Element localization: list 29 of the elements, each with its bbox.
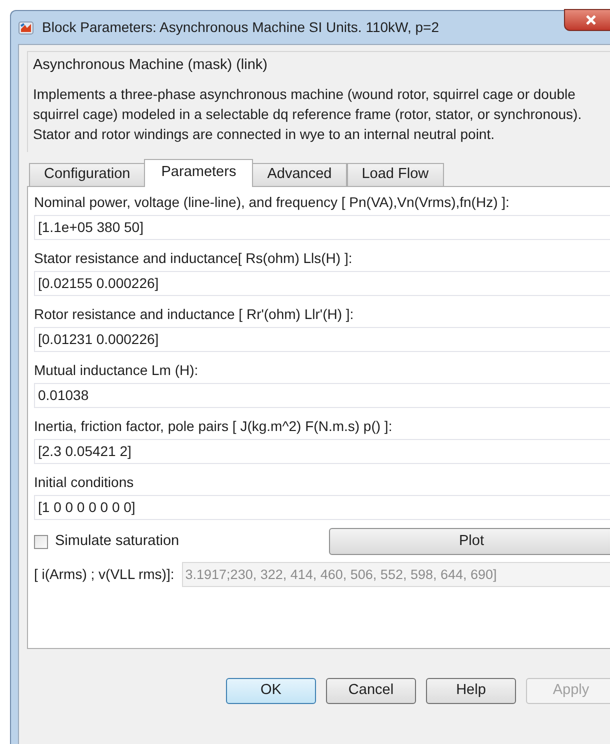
parameter-label: Mutual inductance Lm (H): xyxy=(34,360,200,380)
parameter-field[interactable]: [0.01231 0.000226] xyxy=(34,326,610,352)
dialog-button[interactable]: Help xyxy=(426,678,516,704)
dialog-button[interactable]: OK xyxy=(226,678,316,704)
app-icon xyxy=(18,20,34,36)
tab[interactable]: Load Flow xyxy=(346,162,444,187)
parameter-field[interactable]: [2.3 0.05421 2] xyxy=(34,438,610,464)
parameter-label: Rotor resistance and inductance [ Rr'(ohm) Llr'(H) ]: xyxy=(34,304,355,324)
saturation-data-label: [ i(Arms) ; v(VLL rms)]: xyxy=(34,564,174,584)
tab[interactable]: Configuration xyxy=(29,162,146,187)
plot-button[interactable]: Plot xyxy=(329,528,610,556)
parameter-field[interactable]: [1 0 0 0 0 0 0 0] xyxy=(34,494,610,520)
tab[interactable]: Parameters xyxy=(144,158,254,187)
parameter-label: Initial conditions xyxy=(34,472,135,492)
close-icon xyxy=(585,14,597,26)
checkbox[interactable] xyxy=(34,534,48,549)
checkbox-label: Simulate saturation xyxy=(55,532,180,551)
parameter-label: Nominal power, voltage (line-line), and frequency [ Pn(VA),Vn(Vrms),fn(Hz) ]: xyxy=(34,192,510,212)
parameter-field[interactable]: [1.1e+05 380 50] xyxy=(34,214,610,240)
parameter-label: Stator resistance and inductance[ Rs(ohm) Lls(H) ]: xyxy=(34,248,354,268)
dialog-button[interactable]: Cancel xyxy=(326,678,416,704)
close-button[interactable] xyxy=(564,9,610,31)
parameter-label: Inertia, friction factor, pole pairs [ J(kg.m^2) F(N.m.s) p() ]: xyxy=(34,416,394,436)
tab[interactable]: Advanced xyxy=(252,162,347,187)
parameter-field[interactable]: 0.01038 xyxy=(34,382,610,408)
parameter-field[interactable]: [0.02155 0.000226] xyxy=(34,270,610,296)
window-title: Block Parameters: Asynchronous Machine SI Units. 110kW, p=2 xyxy=(42,18,439,37)
group-title: Asynchronous Machine (mask) (link) xyxy=(33,56,268,75)
description-text: Implements a three-phase asynchronous machine (wound rotor, squirrel cage or double squirrel cage) modeled in a selectable dq reference frame (rotor, stator, or synchronous). Stator and rotor windings are connected in wye to an internal neutral point. xyxy=(33,84,583,144)
